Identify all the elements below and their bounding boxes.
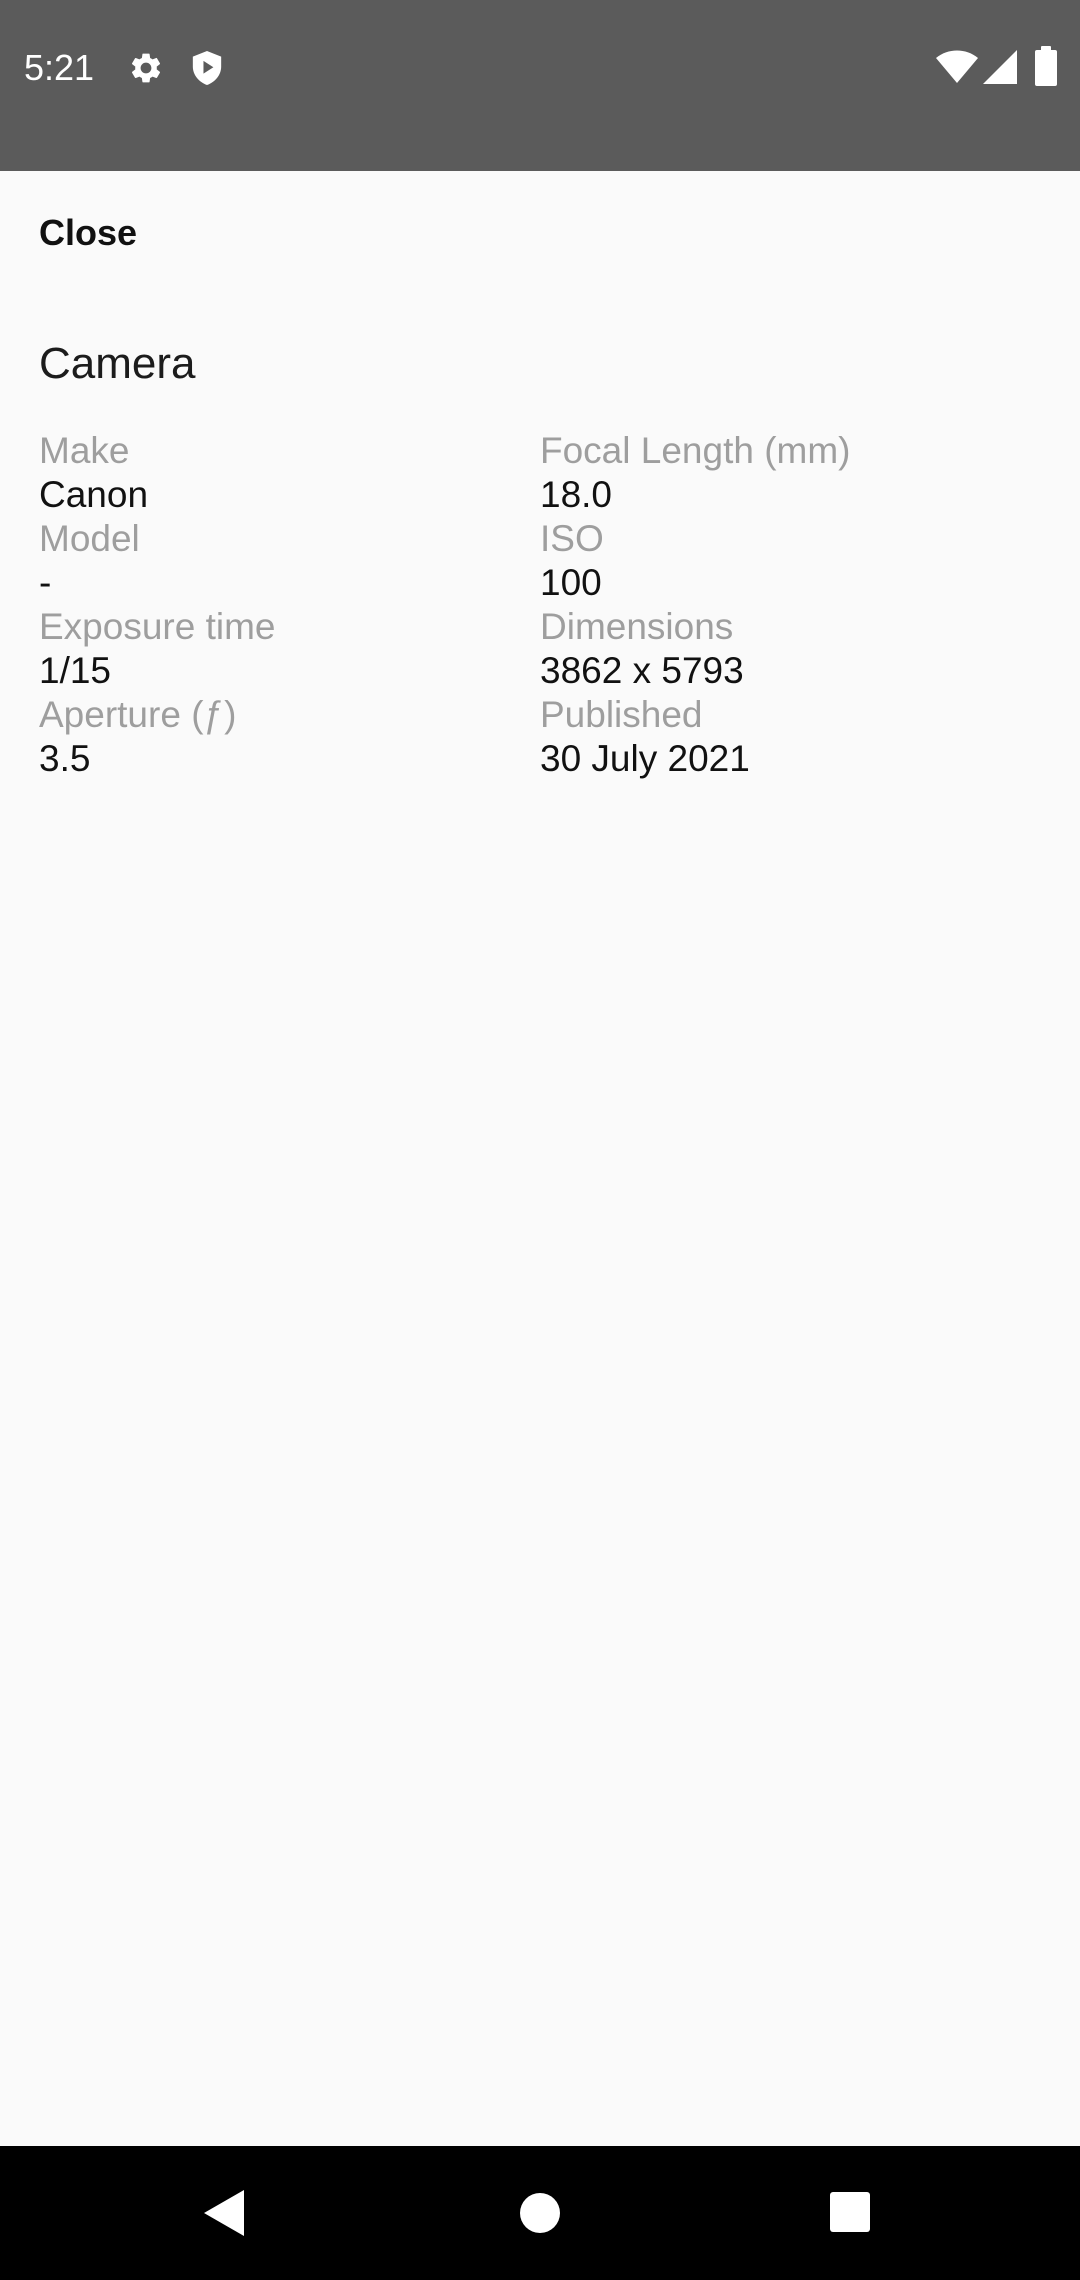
left-column: Make Canon Model - Exposure time 1/15 Ap…: [39, 429, 519, 781]
field-iso: ISO 100: [540, 517, 1020, 605]
field-label: Exposure time: [39, 606, 276, 647]
shield-icon: [192, 51, 222, 85]
field-exposure-time: Exposure time 1/15: [39, 605, 519, 693]
field-value: 18.0: [540, 474, 613, 515]
field-label: Published: [540, 694, 703, 735]
field-value: 30 July 2021: [540, 738, 750, 779]
battery-icon: [1035, 46, 1057, 86]
field-focal-length: Focal Length (mm) 18.0: [540, 429, 1020, 517]
field-published: Published 30 July 2021: [540, 693, 1020, 781]
exif-details-panel: Close Camera Make Canon Model - Exposure…: [0, 171, 1080, 2146]
field-label: Aperture (ƒ): [39, 694, 237, 735]
field-dimensions: Dimensions 3862 x 5793: [540, 605, 1020, 693]
field-make: Make Canon: [39, 429, 519, 517]
right-column: Focal Length (mm) 18.0 ISO 100 Dimension…: [540, 429, 1020, 781]
field-value: 100: [540, 562, 602, 603]
field-label: Focal Length (mm): [540, 430, 851, 471]
status-time: 5:21: [24, 47, 95, 88]
field-value: -: [39, 562, 52, 603]
field-value: 1/15: [39, 650, 112, 691]
field-value: 3862 x 5793: [540, 650, 744, 691]
field-label: ISO: [540, 518, 604, 559]
section-title: Camera: [39, 339, 196, 388]
field-label: Dimensions: [540, 606, 734, 647]
navigation-bar: [0, 2146, 1080, 2280]
gear-icon: [131, 53, 161, 83]
field-label: Make: [39, 430, 130, 471]
wifi-icon: [936, 50, 978, 83]
field-aperture: Aperture (ƒ) 3.5: [39, 693, 519, 781]
close-button[interactable]: Close: [39, 211, 137, 255]
field-value: Canon: [39, 474, 149, 515]
field-label: Model: [39, 518, 140, 559]
status-bar: 5:21: [0, 0, 1080, 171]
home-icon[interactable]: [519, 2192, 561, 2234]
back-icon[interactable]: [204, 2190, 246, 2236]
signal-icon: [983, 50, 1017, 84]
recents-icon[interactable]: [830, 2192, 870, 2232]
field-value: 3.5: [39, 738, 91, 779]
field-model: Model -: [39, 517, 519, 605]
